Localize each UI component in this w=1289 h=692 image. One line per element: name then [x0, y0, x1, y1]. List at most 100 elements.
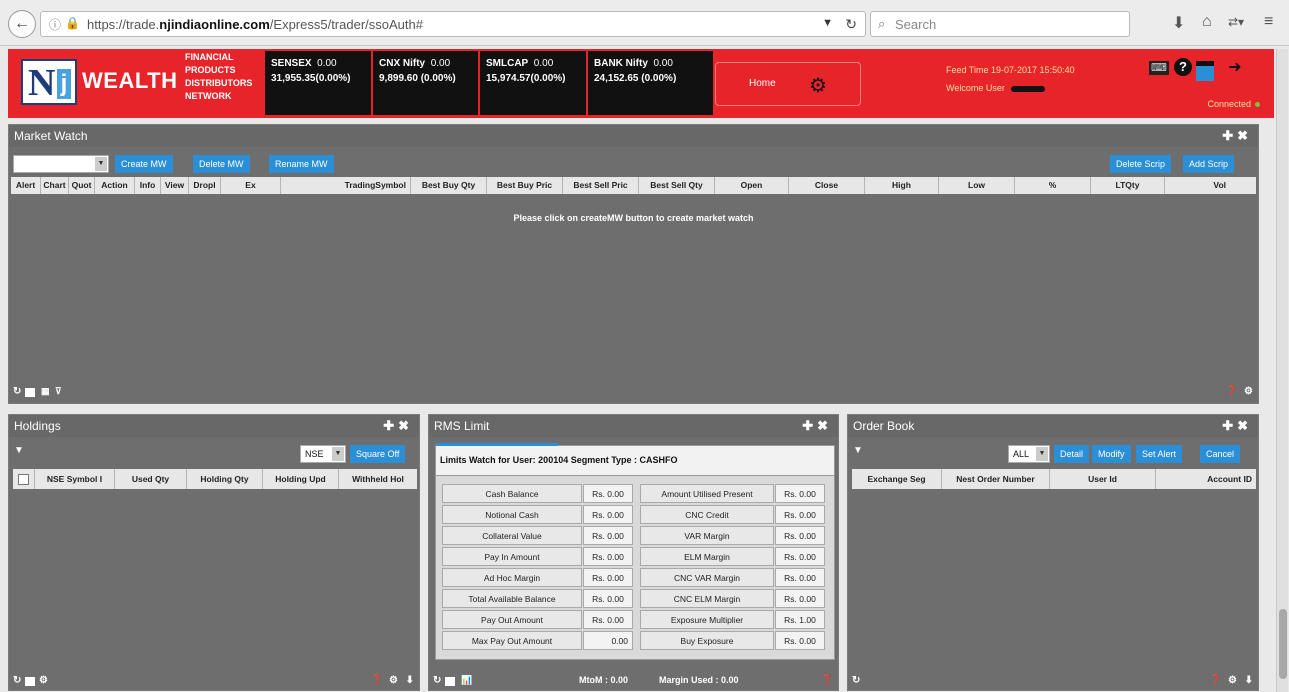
rename-mw-button[interactable]: Rename MW — [269, 155, 334, 173]
refresh-icon[interactable]: ↻ — [433, 675, 441, 686]
url-dropdown-icon[interactable]: ▼ — [822, 17, 833, 29]
col-high[interactable]: High — [865, 177, 939, 194]
set-alert-button[interactable]: Set Alert — [1136, 445, 1183, 463]
rms-value: 0.00 — [583, 631, 633, 650]
rms-label: ELM Margin — [640, 547, 774, 566]
download-icon[interactable]: ⬇ — [406, 675, 414, 686]
col-withheld-holding[interactable]: Withheld Hol — [339, 469, 417, 489]
settings-icon[interactable]: ⚙ — [389, 675, 398, 686]
cancel-button[interactable]: Cancel — [1200, 445, 1241, 463]
url-text[interactable]: https://trade.njindiaonline.com/Express5… — [87, 17, 423, 32]
col-best-buy-price[interactable]: Best Buy Pric — [487, 177, 563, 194]
index-smlcap[interactable]: SMLCAP 0.00 15,974.57(0.00%) — [480, 51, 586, 115]
panel-move-close-icon[interactable]: ✚✖ — [383, 418, 413, 434]
menu-icon[interactable]: ≡ — [1264, 13, 1273, 31]
logout-icon[interactable]: ➜ — [1224, 58, 1246, 78]
refresh-icon[interactable]: ↻ — [852, 675, 860, 686]
scrollbar-thumb[interactable] — [1279, 609, 1287, 679]
grid-icon[interactable]: ▦ — [41, 386, 50, 397]
refresh-icon[interactable]: ↻ — [13, 675, 21, 686]
col-user-id[interactable]: User Id — [1050, 469, 1156, 489]
url-bar[interactable]: ⓘ 🔒 https://trade.njindiaonline.com/Expr… — [40, 11, 866, 37]
col-percent[interactable]: % — [1015, 177, 1091, 194]
col-best-buy-qty[interactable]: Best Buy Qty — [411, 177, 487, 194]
help-icon[interactable]: ❓ — [371, 675, 383, 686]
checkbox-icon[interactable] — [25, 388, 35, 397]
delete-mw-button[interactable]: Delete MW — [193, 155, 250, 173]
rms-label: Cash Balance — [442, 484, 582, 503]
col-alert[interactable]: Alert — [11, 177, 41, 194]
download-icon[interactable]: ⬇ — [1245, 675, 1253, 686]
help-icon[interactable]: ❓ — [1226, 386, 1238, 397]
panel-move-close-icon[interactable]: ✚✖ — [802, 418, 832, 434]
refresh-icon[interactable]: ↻ — [13, 386, 21, 397]
rms-row: Pay In Amount Rs. 0.00 ELM Margin Rs. 0.… — [442, 547, 834, 568]
user-icon[interactable] — [1196, 61, 1214, 81]
home-button[interactable]: Home — [749, 78, 776, 89]
index-cnx-nifty[interactable]: CNX Nifty 0.00 9,899.60 (0.00%) — [373, 51, 478, 115]
chart-icon[interactable]: 📊 — [461, 675, 472, 686]
add-scrip-button[interactable]: Add Scrip — [1183, 155, 1235, 173]
lock-icon[interactable]: 🔒 — [65, 16, 80, 30]
create-mw-button[interactable]: Create MW — [115, 155, 173, 173]
chevron-down-icon: ▼ — [95, 157, 107, 171]
col-low[interactable]: Low — [939, 177, 1015, 194]
col-best-sell-price[interactable]: Best Sell Pric — [563, 177, 639, 194]
square-off-button[interactable]: Square Off — [350, 445, 406, 463]
filter-icon[interactable]: ⊽ — [55, 386, 62, 397]
keyboard-icon[interactable]: ⌨ — [1149, 61, 1169, 75]
col-open[interactable]: Open — [715, 177, 789, 194]
col-quote[interactable]: Quot — [69, 177, 95, 194]
filter-icon[interactable]: ▼ — [853, 445, 863, 456]
settings-icon[interactable]: ⚙ — [39, 675, 48, 686]
select-all-checkbox[interactable] — [18, 474, 29, 486]
col-account-id[interactable]: Account ID — [1156, 469, 1256, 489]
index-bank-nifty[interactable]: BANK Nifty 0.00 24,152.65 (0.00%) — [588, 51, 713, 115]
info-icon[interactable]: ⓘ — [49, 16, 61, 33]
back-button[interactable]: ← — [8, 10, 36, 38]
home-icon[interactable]: ⌂ — [1202, 13, 1212, 31]
download-icon[interactable]: ⬇ — [1172, 13, 1185, 33]
col-used-qty[interactable]: Used Qty — [115, 469, 187, 489]
col-holding-qty[interactable]: Holding Qty — [187, 469, 263, 489]
reload-icon[interactable]: ↻ — [845, 16, 857, 33]
col-action[interactable]: Action — [95, 177, 135, 194]
search-input[interactable]: ⌕ Search — [870, 11, 1130, 37]
col-chart[interactable]: Chart — [41, 177, 69, 194]
page-scrollbar[interactable] — [1276, 49, 1288, 692]
checkbox-icon[interactable] — [445, 677, 455, 686]
col-ltqty[interactable]: LTQty — [1091, 177, 1165, 194]
col-trading-symbol[interactable]: TradingSymbol — [281, 177, 411, 194]
settings-icon[interactable]: ⚙ — [1228, 675, 1237, 686]
settings-icon[interactable]: ⚙ — [1244, 386, 1253, 397]
col-nest-order-number[interactable]: Nest Order Number — [942, 469, 1050, 489]
gear-icon[interactable]: ⚙ — [809, 73, 827, 98]
delete-scrip-button[interactable]: Delete Scrip — [1110, 155, 1172, 173]
col-drop[interactable]: Dropl — [189, 177, 221, 194]
col-info[interactable]: Info — [135, 177, 161, 194]
help-icon[interactable]: ❓ — [821, 675, 833, 686]
col-best-sell-qty[interactable]: Best Sell Qty — [639, 177, 715, 194]
panel-move-close-icon[interactable]: ✚✖ — [1222, 128, 1252, 144]
checkbox-icon[interactable] — [25, 677, 35, 686]
col-exchange-seg[interactable]: Exchange Seg — [852, 469, 942, 489]
index-sensex[interactable]: SENSEX 0.00 31,955.35(0.00%) — [265, 51, 371, 115]
market-watch-select[interactable]: ▼ — [13, 155, 109, 173]
filter-icon[interactable]: ▼ — [14, 445, 24, 456]
pocket-icon[interactable]: ⇄▾ — [1228, 15, 1244, 29]
col-view[interactable]: View — [161, 177, 189, 194]
help-icon[interactable]: ❓ — [1210, 675, 1222, 686]
col-vol[interactable]: Vol — [1165, 177, 1230, 194]
panel-move-close-icon[interactable]: ✚✖ — [1222, 418, 1252, 434]
exchange-select[interactable]: NSE ▼ — [300, 445, 346, 463]
connected-dot-icon — [1255, 102, 1260, 107]
col-ex[interactable]: Ex — [221, 177, 281, 194]
rms-row: Pay Out Amount Rs. 0.00 Exposure Multipl… — [442, 610, 834, 631]
modify-button[interactable]: Modify — [1092, 445, 1131, 463]
col-holding-update[interactable]: Holding Upd — [263, 469, 339, 489]
order-filter-select[interactable]: ALL ▼ — [1008, 445, 1050, 463]
col-nse-symbol[interactable]: NSE Symbol I — [35, 469, 115, 489]
detail-button[interactable]: Detail — [1054, 445, 1090, 463]
col-close[interactable]: Close — [789, 177, 865, 194]
help-icon[interactable]: ? — [1174, 58, 1192, 76]
